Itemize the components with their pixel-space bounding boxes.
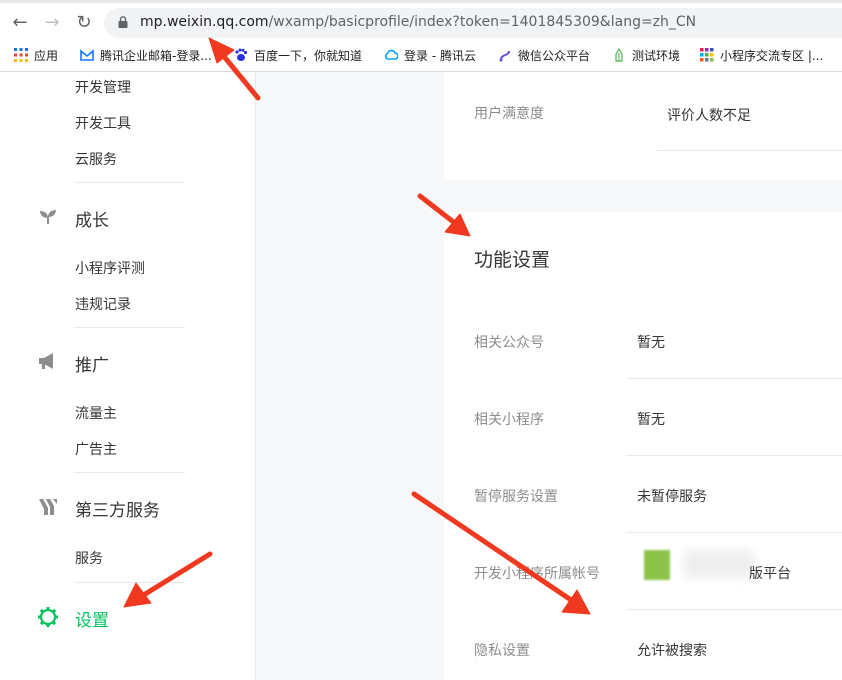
apps-grid-icon <box>14 48 28 62</box>
sidebar-divider <box>75 582 185 583</box>
pause-service-label: 暂停服务设置 <box>474 489 558 505</box>
url-host: mp.weixin.qq.com <box>140 14 269 30</box>
sidebar: 开发管理 开发工具 云服务 成长 小程序评测 违规记录 推广 流量主 广告主 第… <box>0 72 256 680</box>
developer-account-label: 开发小程序所属帐号 <box>474 566 600 582</box>
lock-icon <box>118 16 128 28</box>
sidebar-group-growth[interactable]: 成长 <box>75 206 109 231</box>
row-divider <box>627 378 842 379</box>
gear-icon <box>38 607 58 627</box>
bookmark-label: 百度一下，你就知道 <box>254 49 363 63</box>
wechat-platform-icon <box>499 50 510 62</box>
related-miniprogram-label: 相关小程序 <box>474 412 544 428</box>
miniprogram-community-icon <box>700 48 714 62</box>
sidebar-item-advertiser[interactable]: 广告主 <box>75 439 117 459</box>
row-divider <box>627 609 842 610</box>
bookmark-label: 小程序交流专区 |... <box>720 49 824 63</box>
tencent-cloud-icon <box>384 49 398 60</box>
sidebar-item-dev-tools[interactable]: 开发工具 <box>75 113 131 133</box>
bookmark-test-env[interactable]: 测试环境 <box>612 47 680 65</box>
megaphone-icon <box>39 353 53 369</box>
bookmark-label: 应用 <box>34 49 59 63</box>
sidebar-divider <box>75 182 185 183</box>
bookmark-tencent-cloud[interactable]: 登录 - 腾讯云 <box>384 47 476 65</box>
bookmark-wechat-platform[interactable]: 微信公众平台 <box>498 47 590 65</box>
bookmark-label: 微信公众平台 <box>518 49 591 63</box>
back-icon[interactable]: ← <box>11 14 29 32</box>
redacted-avatar <box>644 550 670 580</box>
address-bar[interactable]: mp.weixin.qq.com/wxamp/basicprofile/inde… <box>104 8 842 38</box>
third-party-service-icon <box>39 499 57 515</box>
related-official-account-label: 相关公众号 <box>474 335 544 351</box>
browser-toolbar: ← → ↻ mp.weixin.qq.com/wxamp/basicprofil… <box>0 0 842 40</box>
related-official-account-value: 暂无 <box>637 335 665 351</box>
section-title: 功能设置 <box>474 249 551 271</box>
sidebar-item-traffic-owner[interactable]: 流量主 <box>75 403 117 423</box>
related-miniprogram-value: 暂无 <box>637 412 665 428</box>
satisfaction-label: 用户满意度 <box>474 106 544 122</box>
row-divider <box>627 532 842 533</box>
bookmark-apps[interactable]: 应用 <box>14 47 58 65</box>
url-path: /wxamp/basicprofile/index?token=14018453… <box>268 14 697 30</box>
test-env-icon <box>615 48 623 62</box>
satisfaction-value: 评价人数不足 <box>667 108 751 124</box>
row-divider <box>627 455 842 456</box>
pause-service-value: 未暂停服务 <box>637 489 707 505</box>
sidebar-item-miniprogram-review[interactable]: 小程序评测 <box>75 258 145 278</box>
sidebar-item-violations[interactable]: 违规记录 <box>75 294 131 314</box>
tencent-mail-icon <box>80 49 94 61</box>
baidu-paw-icon <box>235 48 248 61</box>
url-text: mp.weixin.qq.com/wxamp/basicprofile/inde… <box>140 14 696 30</box>
bookmark-tencent-mail[interactable]: 腾讯企业邮箱-登录... <box>80 47 212 65</box>
main-content: 用户满意度 评价人数不足 功能设置 相关公众号 暂无 相关小程序 暂无 暂停服务… <box>256 72 842 680</box>
bookmarks-bar: 应用 腾讯企业邮箱-登录... 百度一下，你就知道 登录 - 腾讯云 微信公众平… <box>0 40 842 72</box>
forward-icon[interactable]: → <box>43 14 61 32</box>
bookmark-baidu[interactable]: 百度一下，你就知道 <box>234 47 362 65</box>
feature-settings-card: 功能设置 相关公众号 暂无 相关小程序 暂无 暂停服务设置 未暂停服务 开发小程… <box>444 212 842 680</box>
sidebar-group-third-party[interactable]: 第三方服务 <box>75 496 160 521</box>
row-divider <box>657 150 842 151</box>
sidebar-divider <box>75 327 185 328</box>
satisfaction-card: 用户满意度 评价人数不足 <box>444 72 842 180</box>
sidebar-group-promotion[interactable]: 推广 <box>75 351 109 376</box>
privacy-settings-label: 隐私设置 <box>474 643 530 659</box>
sidebar-divider <box>75 472 185 473</box>
sidebar-item-dev-management[interactable]: 开发管理 <box>75 77 131 97</box>
bookmark-label: 腾讯企业邮箱-登录... <box>100 49 212 63</box>
bookmark-miniprogram-community[interactable]: 小程序交流专区 |... <box>700 47 823 65</box>
reload-icon[interactable]: ↻ <box>75 14 93 32</box>
bookmark-label: 登录 - 腾讯云 <box>404 49 476 63</box>
sidebar-item-cloud-service[interactable]: 云服务 <box>75 149 117 169</box>
sidebar-item-settings[interactable]: 设置 <box>75 606 109 631</box>
developer-account-value: 版平台 <box>749 566 791 582</box>
privacy-settings-value: 允许被搜索 <box>637 643 707 659</box>
bookmark-label: 测试环境 <box>632 49 681 63</box>
sidebar-item-services[interactable]: 服务 <box>75 548 103 568</box>
redacted-text <box>684 550 754 578</box>
sprout-icon <box>40 210 56 224</box>
